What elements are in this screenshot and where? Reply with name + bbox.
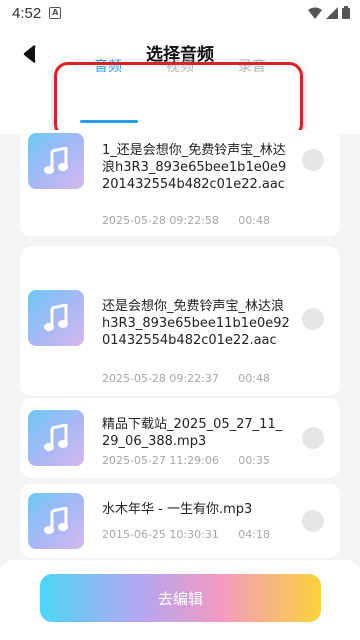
audio-thumbnail [28, 410, 84, 466]
bottom-bar: 去编辑 [0, 560, 360, 640]
battery-icon [342, 6, 350, 19]
file-meta: 2025-05-27 11:29:06 00:35 [102, 454, 270, 467]
select-radio[interactable] [302, 308, 324, 330]
edit-button[interactable]: 去编辑 [40, 574, 321, 622]
signal-icon [326, 6, 338, 19]
music-note-icon [44, 507, 68, 534]
select-radio[interactable] [302, 427, 324, 449]
file-meta: 2015-06-25 10:30:31 04:18 [102, 528, 270, 541]
file-date: 2025-05-28 09:22:37 [102, 372, 219, 385]
file-meta: 2025-05-28 09:22:58 00:48 [102, 214, 270, 227]
list-item[interactable]: 1_还是会想你_免费铃声宝_林达浪h3R3_893e65bee1b1e0e920… [20, 130, 340, 236]
file-duration: 04:18 [238, 528, 270, 541]
file-name: 还是会想你_免费铃声宝_林达浪h3R3_893e65bee11b1e0e9201… [102, 299, 290, 348]
list-item[interactable]: 精品下载站_2025_05_27_11_29_06_388.mp3 2025-0… [20, 398, 340, 478]
select-radio[interactable] [302, 149, 324, 171]
file-date: 2025-05-28 09:22:58 [102, 214, 219, 227]
file-name: 水木年华 - 一生有你.mp3 [102, 502, 253, 517]
music-note-icon [44, 304, 68, 331]
audio-thumbnail [28, 133, 84, 189]
file-date: 2015-06-25 10:30:31 [102, 528, 219, 541]
file-duration: 00:35 [238, 454, 270, 467]
file-name: 1_还是会想你_免费铃声宝_林达浪h3R3_893e65bee1b1e0e920… [102, 143, 287, 192]
notification-badge: A [49, 7, 62, 19]
status-time: 4:52 [12, 4, 42, 22]
file-name: 精品下载站_2025_05_27_11_29_06_388.mp3 [102, 417, 283, 449]
music-note-icon [44, 424, 68, 451]
file-meta: 2025-05-28 09:22:37 00:48 [102, 372, 270, 385]
list-item[interactable]: 水木年华 - 一生有你.mp3 2015-06-25 10:30:31 04:1… [20, 484, 340, 558]
highlight-box [54, 62, 303, 138]
status-bar: 4:52 A [0, 0, 360, 26]
audio-thumbnail [28, 290, 84, 346]
wifi-icon [308, 7, 322, 19]
select-radio[interactable] [302, 510, 324, 532]
music-note-icon [44, 147, 68, 174]
file-duration: 00:48 [238, 214, 270, 227]
file-duration: 00:48 [238, 372, 270, 385]
file-date: 2025-05-27 11:29:06 [102, 454, 219, 467]
status-icons [308, 6, 350, 19]
audio-thumbnail [28, 493, 84, 549]
header: 选择音频 音频 视频 录音 [0, 26, 360, 138]
list-item[interactable]: 还是会想你_免费铃声宝_林达浪h3R3_893e65bee11b1e0e9201… [20, 246, 340, 396]
